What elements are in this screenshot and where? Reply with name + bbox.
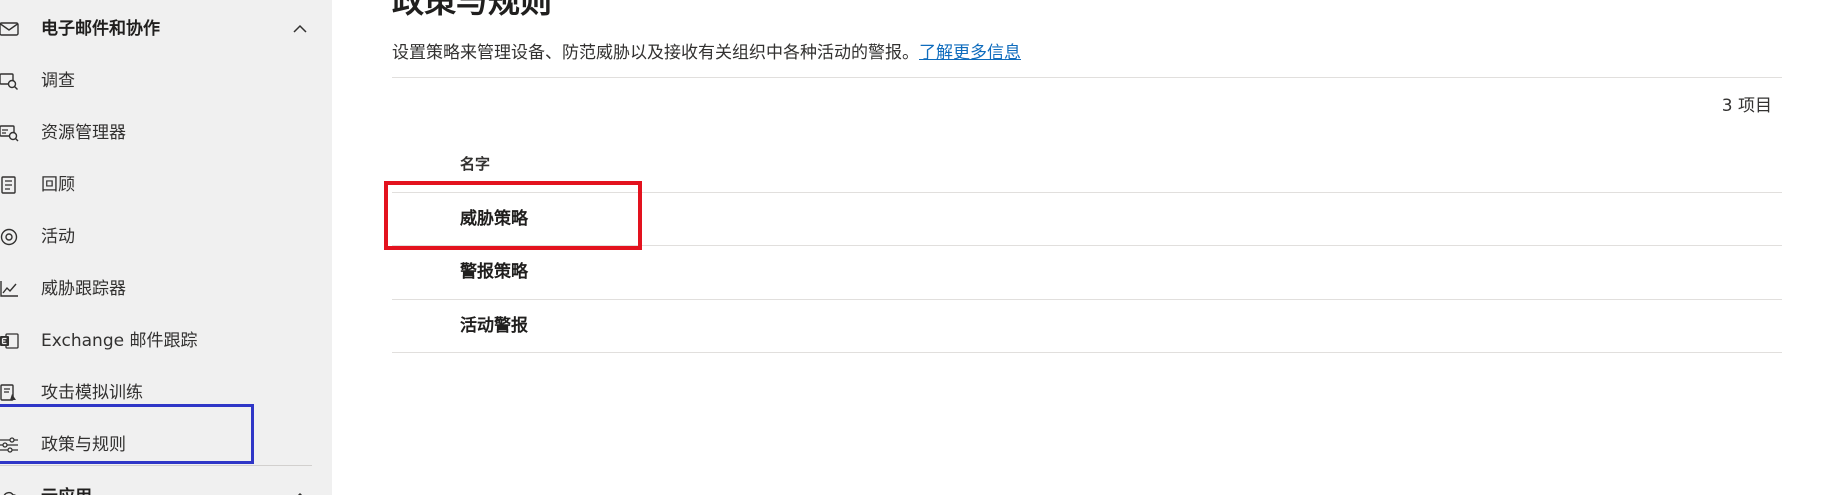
chevron-up-icon[interactable]	[292, 21, 308, 37]
cloud-icon	[0, 488, 20, 495]
table-row[interactable]: 活动警报	[392, 300, 1782, 352]
sidebar-item-label: 调查	[41, 71, 75, 91]
chevron-up-icon[interactable]	[292, 489, 308, 495]
sidebar-item-label: Exchange 邮件跟踪	[41, 331, 198, 351]
page-description: 设置策略来管理设备、防范威胁以及接收有关组织中各种活动的警报。了解更多信息	[392, 41, 1021, 65]
row-name-alert-policies[interactable]: 警报策略	[460, 260, 528, 284]
page-title: 政策与规则	[392, 0, 553, 20]
sidebar-item-review[interactable]: 回顾	[0, 165, 300, 205]
description-text: 设置策略来管理设备、防范威胁以及接收有关组织中各种活动的警报。	[392, 43, 919, 63]
sidebar: 电子邮件和协作 调查 资源管理器 回顾 活动 威胁跟踪器 Exchange 邮件…	[0, 0, 332, 495]
campaigns-icon	[0, 228, 20, 246]
sidebar-item-explorer[interactable]: 资源管理器	[0, 113, 300, 153]
nav-group-label: 电子邮件和协作	[41, 19, 160, 39]
column-header-name[interactable]: 名字	[460, 153, 490, 175]
sidebar-item-label: 政策与规则	[41, 435, 126, 455]
table-row[interactable]: 威胁策略	[392, 193, 1782, 245]
row-name-activity-alerts[interactable]: 活动警报	[460, 314, 528, 338]
row-name-threat-policies[interactable]: 威胁策略	[460, 207, 528, 231]
exchange-icon	[0, 332, 20, 350]
sidebar-item-label: 威胁跟踪器	[41, 279, 126, 299]
policy-sliders-icon	[0, 436, 20, 454]
attack-simulation-icon	[0, 384, 20, 402]
investigation-icon	[0, 72, 20, 90]
nav-group-label: 云应用	[41, 486, 92, 495]
divider	[392, 77, 1782, 78]
learn-more-link[interactable]: 了解更多信息	[919, 43, 1021, 63]
table-row[interactable]: 警报策略	[392, 246, 1782, 298]
explorer-icon	[0, 124, 20, 142]
threat-tracker-icon	[0, 280, 20, 298]
sidebar-item-threat-tracker[interactable]: 威胁跟踪器	[0, 269, 300, 309]
nav-group-cloud-apps[interactable]: 云应用	[0, 477, 303, 495]
row-divider	[392, 352, 1782, 353]
sidebar-item-exchange-message-trace[interactable]: Exchange 邮件跟踪	[0, 321, 300, 361]
sidebar-item-label: 资源管理器	[41, 123, 126, 143]
sidebar-item-label: 攻击模拟训练	[41, 383, 143, 403]
mail-icon	[0, 20, 20, 38]
nav-group-email-collaboration[interactable]: 电子邮件和协作	[0, 9, 307, 49]
sidebar-divider	[0, 465, 312, 466]
sidebar-item-label: 回顾	[41, 175, 75, 195]
sidebar-item-campaigns[interactable]: 活动	[0, 217, 300, 257]
item-count: 3 项目	[1721, 96, 1772, 116]
sidebar-item-label: 活动	[41, 227, 75, 247]
sidebar-item-attack-simulation[interactable]: 攻击模拟训练	[0, 373, 300, 413]
review-icon	[0, 176, 20, 194]
sidebar-item-investigations[interactable]: 调查	[0, 61, 300, 101]
main-content: 政策与规则 设置策略来管理设备、防范威胁以及接收有关组织中各种活动的警报。了解更…	[332, 0, 1828, 495]
sidebar-item-policies-rules[interactable]: 政策与规则	[0, 425, 300, 465]
